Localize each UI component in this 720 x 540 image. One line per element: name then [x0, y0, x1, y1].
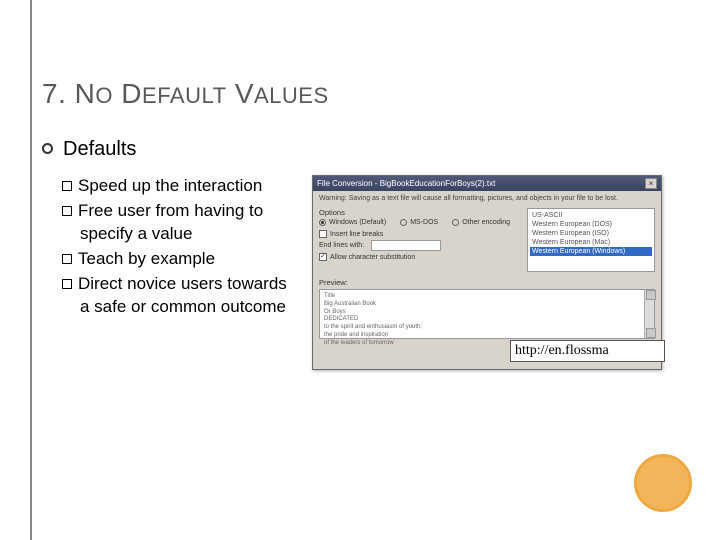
left-rule — [30, 0, 32, 540]
checkbox-icon — [62, 181, 72, 191]
preview-label: Preview: — [319, 278, 655, 287]
radio-windows-default[interactable]: Windows (Default) — [319, 219, 386, 226]
slide-content: 7. NO DEFAULT VALUES Defaults Speed up t… — [42, 78, 690, 370]
dialog-warning: Warning: Saving as a text file will caus… — [313, 191, 661, 206]
checkbox-icon — [62, 206, 72, 216]
options-label: Options — [319, 208, 521, 217]
checkbox-icon — [319, 253, 327, 261]
preview-text: Title Big Australian Book Or Boys DEDICA… — [320, 290, 644, 338]
radio-msdos[interactable]: MS-DOS — [400, 219, 438, 226]
encoding-listbox[interactable]: US-ASCII Western European (DOS) Western … — [527, 208, 655, 272]
encoding-option[interactable]: Western European (DOS) — [530, 220, 652, 229]
url-overlay: http://en.flossma — [510, 340, 665, 362]
accent-circle — [634, 454, 692, 512]
dialog-title-text: File Conversion - BigBookEducationForBoy… — [317, 179, 495, 188]
allow-char-sub-check[interactable]: Allow character substitution — [319, 253, 521, 261]
list-item: Free user from having to specify a value — [62, 200, 292, 246]
screenshot-figure: File Conversion - BigBookEducationForBoy… — [312, 175, 672, 370]
insert-line-breaks-check[interactable]: Insert line breaks — [319, 230, 521, 238]
checkbox-icon — [62, 254, 72, 264]
list-item: Speed up the interaction — [62, 175, 292, 198]
bullet-icon — [42, 143, 53, 154]
preview-box: Title Big Australian Book Or Boys DEDICA… — [319, 289, 655, 339]
checkbox-icon — [62, 279, 72, 289]
radio-icon — [452, 219, 459, 226]
close-icon[interactable]: × — [645, 178, 657, 189]
bullet-list: Speed up the interaction Free user from … — [42, 175, 292, 370]
radio-other-encoding[interactable]: Other encoding — [452, 219, 510, 226]
end-lines-row: End lines with: — [319, 240, 521, 251]
scrollbar[interactable] — [644, 290, 654, 338]
checkbox-icon — [319, 230, 327, 238]
main-bullet: Defaults — [42, 138, 690, 161]
encoding-option[interactable]: Western European (ISO) — [530, 229, 652, 238]
main-bullet-label: Defaults — [63, 138, 136, 161]
list-item: Direct novice users towards a safe or co… — [62, 273, 292, 319]
url-text: http://en.flossma — [515, 343, 609, 359]
encoding-option[interactable]: Western European (Mac) — [530, 238, 652, 247]
encoding-option[interactable]: US-ASCII — [530, 211, 652, 220]
radio-icon — [400, 219, 407, 226]
end-lines-select[interactable] — [371, 240, 441, 251]
radio-icon — [319, 219, 326, 226]
list-item: Teach by example — [62, 248, 292, 271]
encoding-option[interactable]: Western European (Windows) — [530, 247, 652, 256]
encoding-radio-group: Windows (Default) MS-DOS Other encoding — [319, 219, 521, 226]
slide-title: 7. NO DEFAULT VALUES — [42, 78, 690, 110]
dialog-titlebar: File Conversion - BigBookEducationForBoy… — [313, 176, 661, 191]
